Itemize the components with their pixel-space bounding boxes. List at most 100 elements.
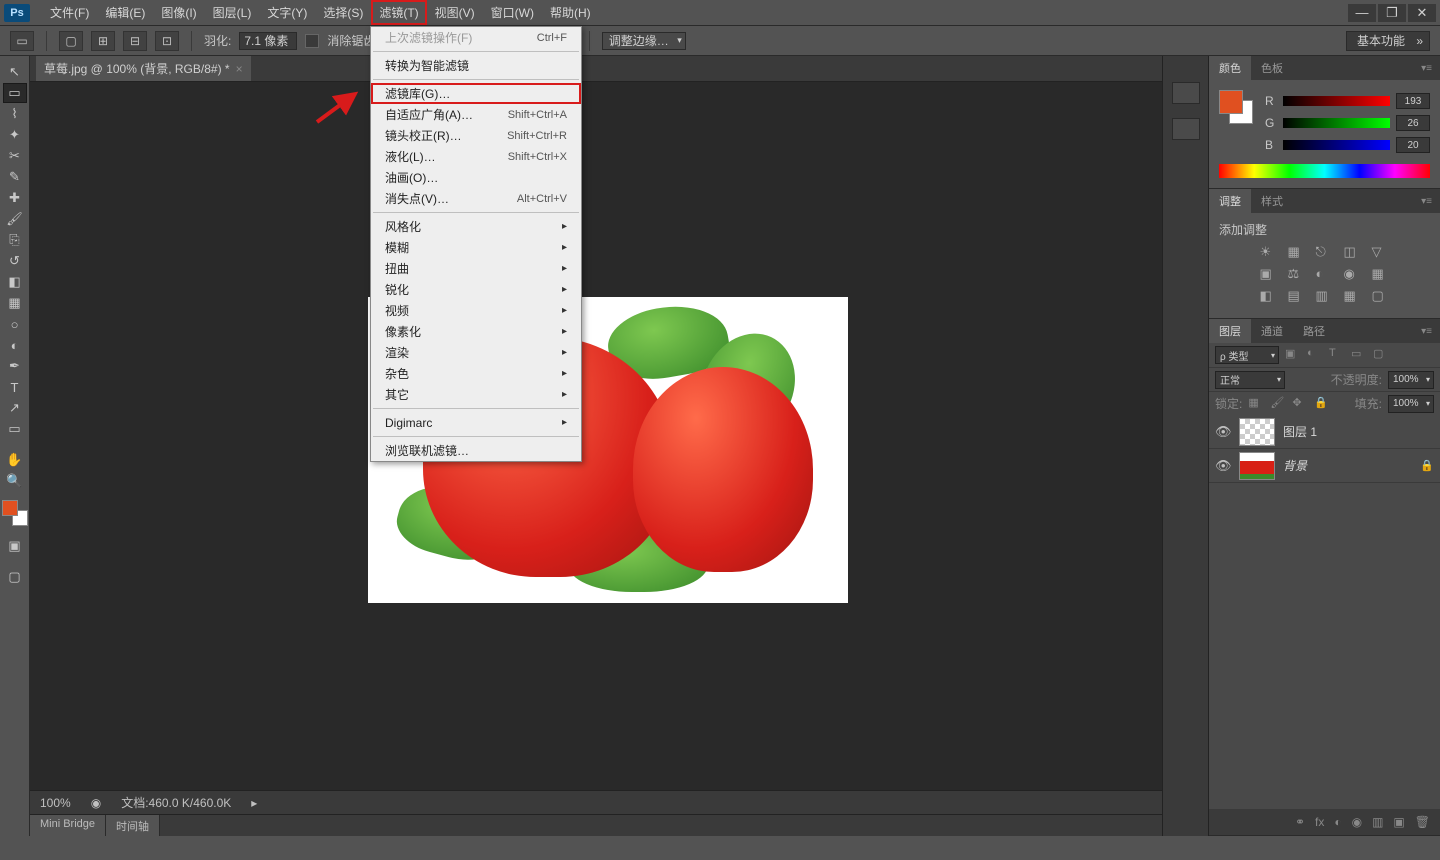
antialias-checkbox[interactable]	[305, 34, 319, 48]
menu-item[interactable]: 滤镜库(G)…	[371, 83, 581, 104]
group-icon[interactable]: ▥	[1372, 815, 1383, 829]
layer-filter-type[interactable]: ρ 类型	[1215, 346, 1279, 364]
menu-item[interactable]: 液化(L)…Shift+Ctrl+X	[371, 146, 581, 167]
panel-menu-icon[interactable]: ▾≡	[1413, 63, 1440, 74]
menu-图像[interactable]: 图像(I)	[153, 0, 204, 25]
filter-img-icon[interactable]: ▣	[1285, 347, 1301, 363]
screenmode-tool[interactable]: ▢	[3, 567, 27, 587]
menu-帮助[interactable]: 帮助(H)	[542, 0, 599, 25]
gradient-tool[interactable]: ▦	[3, 293, 27, 313]
menu-item[interactable]: 浏览联机滤镜…	[371, 440, 581, 461]
lock-pos-icon[interactable]: ✥	[1292, 396, 1308, 412]
doc-tab[interactable]: 草莓.jpg @ 100% (背景, RGB/8#) *×	[36, 56, 251, 81]
heal-tool[interactable]: ✚	[3, 188, 27, 208]
properties-panel-icon[interactable]	[1172, 118, 1200, 140]
stamp-tool[interactable]: ⎘	[3, 230, 27, 250]
type-tool[interactable]: T	[3, 377, 27, 397]
wand-tool[interactable]: ✦	[3, 125, 27, 145]
hue-strip[interactable]	[1219, 164, 1430, 178]
menu-item[interactable]: 消失点(V)…Alt+Ctrl+V	[371, 188, 581, 209]
bw-icon[interactable]: ◐	[1316, 266, 1334, 282]
menu-item[interactable]: 模糊▸	[371, 237, 581, 258]
filter-shape-icon[interactable]: ▭	[1351, 347, 1367, 363]
filter-adj-icon[interactable]: ◐	[1307, 347, 1323, 363]
post-icon[interactable]: ▤	[1288, 288, 1306, 304]
canvas-wrap[interactable]	[30, 82, 1162, 790]
menu-item[interactable]: 渲染▸	[371, 342, 581, 363]
lock-all-icon[interactable]: 🔒	[1314, 396, 1330, 412]
menu-item[interactable]: 视频▸	[371, 300, 581, 321]
fx-icon[interactable]: fx	[1315, 815, 1324, 829]
hand-tool[interactable]: ✋	[3, 450, 27, 470]
chevron-right-icon[interactable]: ▸	[251, 796, 257, 810]
layer-name[interactable]: 背景	[1283, 457, 1307, 474]
g-slider[interactable]	[1283, 118, 1390, 128]
eraser-tool[interactable]: ◧	[3, 272, 27, 292]
dodge-tool[interactable]: ◐	[3, 335, 27, 355]
layer-name[interactable]: 图层 1	[1283, 423, 1317, 440]
layer-thumb[interactable]	[1239, 452, 1275, 480]
menu-item[interactable]: 油画(O)…	[371, 167, 581, 188]
blur-tool[interactable]: ○	[3, 314, 27, 334]
r-value[interactable]: 193	[1396, 93, 1430, 109]
brush-tool[interactable]: 🖌	[3, 209, 27, 229]
thresh-icon[interactable]: ▥	[1316, 288, 1334, 304]
invert-icon[interactable]: ◧	[1260, 288, 1278, 304]
menu-选择[interactable]: 选择(S)	[315, 0, 371, 25]
tab-paths[interactable]: 路径	[1293, 319, 1335, 343]
color-picker[interactable]	[2, 500, 28, 526]
new-layer-icon[interactable]: ▣	[1393, 815, 1404, 829]
menu-item[interactable]: 扭曲▸	[371, 258, 581, 279]
history-panel-icon[interactable]	[1172, 82, 1200, 104]
move-tool[interactable]: ↖	[3, 62, 27, 82]
layer-row[interactable]: 👁 背景 🔒	[1209, 449, 1440, 483]
new-selection-icon[interactable]: ▢	[59, 31, 83, 51]
menu-文件[interactable]: 文件(F)	[42, 0, 97, 25]
feather-input[interactable]: 7.1 像素	[239, 32, 297, 50]
menu-视图[interactable]: 视图(V)	[427, 0, 483, 25]
minimize-button[interactable]: —	[1348, 4, 1376, 22]
layer-thumb[interactable]	[1239, 418, 1275, 446]
sel-icon[interactable]: ▢	[1372, 288, 1390, 304]
history-brush-tool[interactable]: ↺	[3, 251, 27, 271]
link-icon[interactable]: ⚭	[1295, 815, 1305, 829]
sub-selection-icon[interactable]: ⊟	[123, 31, 147, 51]
close-icon[interactable]: ×	[236, 62, 243, 76]
menu-窗口[interactable]: 窗口(W)	[483, 0, 542, 25]
tab-styles[interactable]: 样式	[1251, 189, 1293, 213]
fill-value[interactable]: 100%	[1388, 395, 1434, 413]
eye-icon[interactable]: 👁	[1215, 458, 1231, 474]
bal-icon[interactable]: ⚖	[1288, 266, 1306, 282]
trash-icon[interactable]: 🗑	[1415, 815, 1430, 829]
curves-icon[interactable]: ⎋	[1316, 244, 1334, 260]
menu-item[interactable]: 像素化▸	[371, 321, 581, 342]
panel-menu-icon[interactable]: ▾≡	[1413, 326, 1440, 337]
path-tool[interactable]: ↗	[3, 398, 27, 418]
blend-mode[interactable]: 正常	[1215, 371, 1285, 389]
hue-icon[interactable]: ▣	[1260, 266, 1278, 282]
add-selection-icon[interactable]: ⊞	[91, 31, 115, 51]
zoom-tool[interactable]: 🔍	[3, 471, 27, 491]
eyedropper-tool[interactable]: ✎	[3, 167, 27, 187]
adj-layer-icon[interactable]: ◉	[1352, 815, 1362, 829]
menu-item[interactable]: 自适应广角(A)…Shift+Ctrl+A	[371, 104, 581, 125]
menu-文字[interactable]: 文字(Y)	[259, 0, 315, 25]
tab-layers[interactable]: 图层	[1209, 319, 1251, 343]
photo-icon[interactable]: ◉	[1344, 266, 1362, 282]
tab-timeline[interactable]: 时间轴	[106, 815, 160, 836]
shape-tool[interactable]: ▭	[3, 419, 27, 439]
grad-icon[interactable]: ▦	[1344, 288, 1362, 304]
color-swatch[interactable]	[1219, 90, 1253, 124]
filter-type-icon[interactable]: T	[1329, 347, 1345, 363]
brightness-icon[interactable]: ☀	[1260, 244, 1278, 260]
lock-paint-icon[interactable]: 🖌	[1270, 396, 1286, 412]
menu-图层[interactable]: 图层(L)	[205, 0, 260, 25]
b-slider[interactable]	[1283, 140, 1390, 150]
workspace-switcher[interactable]: 基本功能	[1346, 31, 1430, 51]
quickmask-tool[interactable]: ▣	[3, 536, 27, 556]
menu-item[interactable]: 锐化▸	[371, 279, 581, 300]
layer-row[interactable]: 👁 图层 1	[1209, 415, 1440, 449]
intersect-selection-icon[interactable]: ⊡	[155, 31, 179, 51]
menu-item[interactable]: Digimarc▸	[371, 412, 581, 433]
exposure-icon[interactable]: ◫	[1344, 244, 1362, 260]
